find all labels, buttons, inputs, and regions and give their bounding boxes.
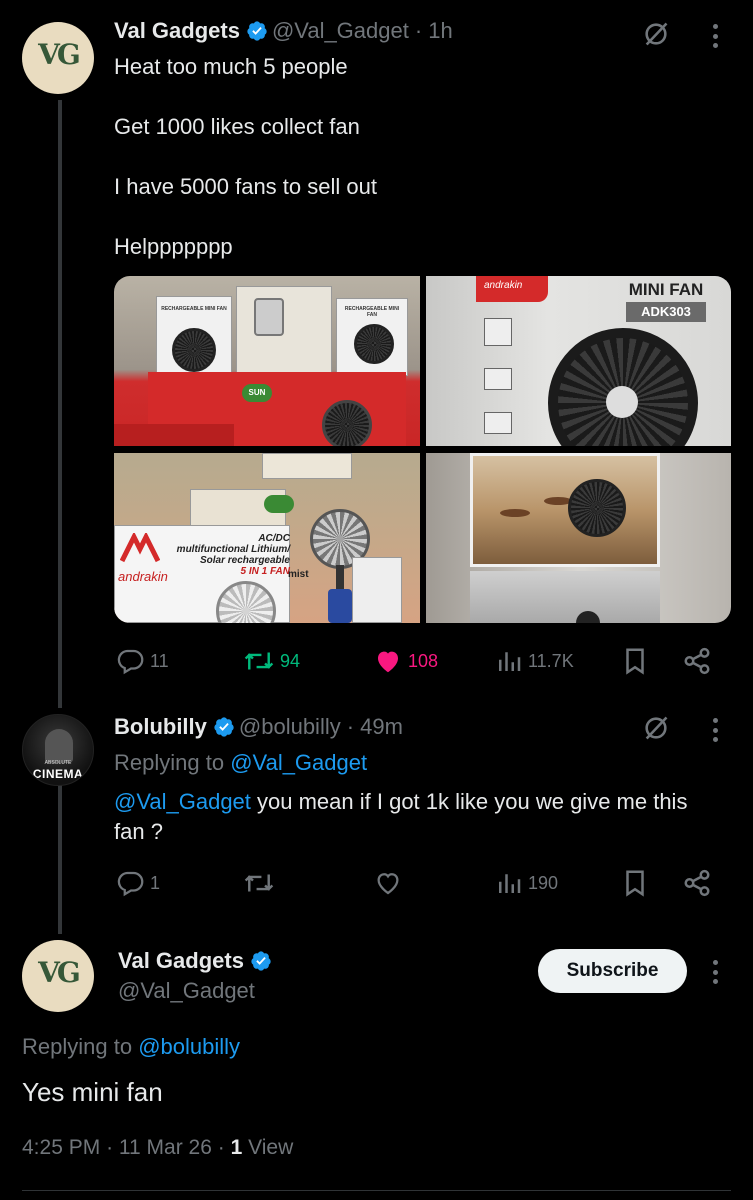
val-gadgets-logo-icon: VG [38, 955, 81, 989]
fan-product-icon [568, 479, 626, 537]
avatar[interactable]: VG [22, 940, 94, 1012]
divider [22, 1190, 731, 1191]
like-button[interactable] [372, 868, 404, 898]
tweet-line: I have 5000 fans to sell out [114, 174, 377, 199]
tweet-text: Heat too much 5 people Get 1000 likes co… [114, 52, 714, 292]
sun-badge: SUN [242, 384, 272, 402]
replying-to-link[interactable]: @bolubilly [138, 1034, 240, 1059]
bookmark-icon[interactable] [620, 868, 650, 898]
fan-mode-icon [484, 318, 512, 346]
replying-to-link[interactable]: @Val_Gadget [230, 750, 367, 775]
brand-label: andrakin [476, 276, 548, 302]
brand-logo-icon [119, 531, 161, 563]
views-label: View [248, 1136, 294, 1159]
media-grid: RECHARGEABLE MINI FAN RECHARGEABLE MINI … [114, 276, 731, 623]
tweet[interactable]: ABSOLUTE CINEMA Bolubilly @bolubilly · 4… [0, 700, 753, 920]
tweet-text: @Val_Gadget you mean if I got 1k like yo… [114, 789, 688, 844]
heart-icon [377, 873, 399, 895]
tweet[interactable]: VG Val Gadgets @Val_Gadget · 1h Heat too… [0, 0, 753, 690]
more-options-icon[interactable] [712, 718, 718, 742]
share-icon[interactable] [682, 646, 712, 676]
reply-count: 11 [150, 650, 169, 671]
display-name[interactable]: Val Gadgets [118, 948, 244, 974]
retweet-icon [244, 652, 274, 670]
stool-icon [500, 509, 530, 517]
heart-filled-icon [378, 651, 398, 673]
more-options-icon[interactable] [712, 24, 718, 48]
views-icon [499, 652, 521, 671]
avatar[interactable]: VG [22, 22, 94, 94]
replying-to: Replying to @Val_Gadget [114, 750, 368, 775]
replying-to: Replying to @bolubilly [22, 1034, 241, 1059]
reply-count: 1 [150, 872, 161, 893]
product-title: MINI FAN [628, 280, 704, 299]
subscribe-button[interactable]: Subscribe [538, 949, 687, 993]
reply-icon [117, 649, 144, 675]
post-time[interactable]: 4:25 PM [22, 1136, 100, 1159]
share-icon[interactable] [682, 868, 712, 898]
blender-icon [254, 298, 284, 336]
handle[interactable]: @bolubilly [239, 714, 341, 740]
val-gadgets-logo-icon: VG [38, 37, 81, 71]
views-icon [499, 874, 521, 893]
reply-button[interactable]: 11 [116, 646, 169, 676]
verified-badge-icon [214, 717, 234, 737]
fan-product-icon [322, 400, 372, 446]
post-date[interactable]: 11 Mar 26 [119, 1136, 212, 1159]
handle[interactable]: @Val_Gadget [118, 978, 255, 1004]
timestamp[interactable]: · 1h [415, 18, 453, 44]
display-name[interactable]: Val Gadgets [114, 18, 240, 44]
tweet-photo[interactable]: AC/DC multifunctional Lithium/ Solar rec… [114, 453, 420, 623]
tweet-header: Val Gadgets [118, 948, 276, 974]
tweet-text: Yes mini fan [22, 1077, 163, 1107]
like-button[interactable]: 108 [372, 646, 438, 676]
fan-product-icon [354, 324, 394, 364]
fan-product-icon [172, 328, 216, 372]
display-name[interactable]: Bolubilly [114, 714, 207, 740]
retweet-button[interactable]: 94 [242, 646, 300, 676]
views-count: 1 [230, 1136, 243, 1159]
avatar[interactable]: ABSOLUTE CINEMA [22, 714, 94, 786]
tweet-meta: 4:25 PM · 11 Mar 26 · 1 View [22, 1136, 294, 1159]
battery-icon [484, 368, 512, 390]
verified-badge-icon [251, 951, 271, 971]
tweet-photo[interactable]: RECHARGEABLE MINI FAN RECHARGEABLE MINI … [114, 276, 420, 446]
like-count: 108 [408, 650, 439, 671]
tweet-photo[interactable]: andrakin MINI FAN ADK303 [426, 276, 731, 446]
tweet-header: Val Gadgets @Val_Gadget · 1h [114, 18, 453, 44]
tweet-line: Heat too much 5 people [114, 54, 348, 79]
sun-badge-icon [264, 495, 294, 513]
focused-tweet: VG Val Gadgets @Val_Gadget Subscribe Rep… [0, 930, 753, 1200]
handle[interactable]: @Val_Gadget [272, 18, 409, 44]
timestamp[interactable]: · 49m [347, 714, 403, 740]
reply-icon [117, 871, 144, 897]
retweet-button[interactable] [242, 868, 276, 898]
more-options-icon[interactable] [712, 960, 718, 984]
tweet-line: Get 1000 likes collect fan [114, 114, 360, 139]
product-model: ADK303 [626, 302, 706, 322]
views-button[interactable]: 11.7K [494, 646, 574, 676]
retweet-icon [244, 874, 274, 892]
grok-icon[interactable] [642, 714, 670, 742]
usb-icon [484, 412, 512, 434]
tweet-line: Helppppppp [114, 234, 233, 259]
grok-icon[interactable] [642, 20, 670, 48]
bookmark-icon[interactable] [620, 646, 650, 676]
mention-link[interactable]: @Val_Gadget [114, 789, 251, 814]
retweet-count: 94 [280, 650, 301, 671]
views-count: 11.7K [528, 650, 574, 671]
verified-badge-icon [247, 21, 267, 41]
views-count: 190 [528, 872, 559, 893]
reply-button[interactable]: 1 [116, 868, 160, 898]
tweet-header: Bolubilly @bolubilly · 49m [114, 714, 403, 740]
tweet-photo[interactable] [426, 453, 731, 623]
views-button[interactable]: 190 [494, 868, 558, 898]
